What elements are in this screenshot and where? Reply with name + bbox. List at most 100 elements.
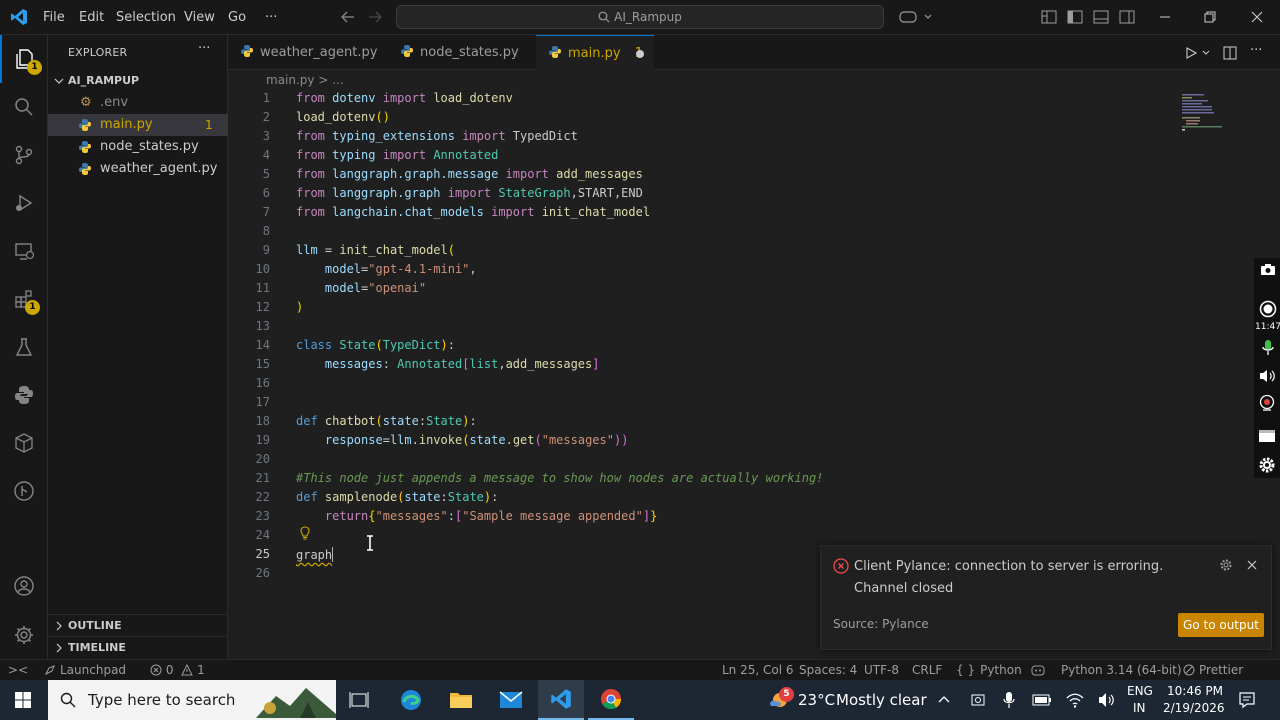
problems-button[interactable]: 0 1 bbox=[150, 660, 205, 681]
code-line[interactable]: from typing import Annotated bbox=[296, 148, 498, 162]
run-debug-activity[interactable] bbox=[0, 179, 48, 227]
tab-node-states[interactable]: node_states.py bbox=[388, 35, 528, 70]
timeline-section[interactable]: TIMELINE bbox=[48, 636, 228, 658]
menu-file[interactable]: File bbox=[43, 0, 65, 35]
weather-temperature[interactable]: 23°C bbox=[798, 680, 835, 720]
code-line[interactable]: from langgraph.graph.message import add_… bbox=[296, 167, 643, 181]
code-line[interactable]: from langchain.chat_models import init_c… bbox=[296, 205, 650, 219]
remote-explorer-activity[interactable] bbox=[0, 227, 48, 275]
minimap[interactable] bbox=[1182, 92, 1242, 132]
code-line[interactable]: load_dotenv() bbox=[296, 110, 390, 124]
webcam-icon[interactable] bbox=[1258, 394, 1276, 412]
git-graph-activity[interactable] bbox=[0, 467, 48, 515]
menu-edit[interactable]: Edit bbox=[79, 0, 104, 35]
speaker-icon[interactable] bbox=[1258, 368, 1276, 384]
battery-icon[interactable] bbox=[1032, 692, 1052, 708]
toggle-secondary-sidebar-icon[interactable] bbox=[1119, 10, 1135, 24]
encoding-button[interactable]: UTF-8 bbox=[864, 660, 899, 681]
copilot-status-icon[interactable] bbox=[1031, 660, 1045, 681]
window-icon[interactable] bbox=[1258, 428, 1276, 444]
manage-activity[interactable] bbox=[0, 611, 48, 659]
windows-start-button[interactable] bbox=[0, 680, 46, 720]
code-line[interactable]: graph bbox=[296, 547, 334, 562]
menu-more[interactable]: ··· bbox=[265, 0, 277, 35]
weather-condition[interactable]: Mostly clear bbox=[836, 680, 927, 720]
folder-row[interactable]: AI_RAMPUP bbox=[48, 70, 228, 92]
breadcrumb[interactable]: main.py > ... bbox=[266, 73, 344, 87]
code-line[interactable]: return{"messages":["Sample message appen… bbox=[296, 509, 657, 523]
restore-icon[interactable] bbox=[1203, 10, 1217, 24]
file-row-node-states[interactable]: node_states.py bbox=[48, 136, 228, 158]
code-line[interactable]: class State(TypeDict): bbox=[296, 338, 455, 352]
code-line[interactable]: def samplenode(state:State): bbox=[296, 490, 498, 504]
unsaved-dot-icon[interactable] bbox=[636, 50, 644, 58]
menu-go[interactable]: Go bbox=[228, 0, 246, 35]
code-line[interactable]: messages: Annotated[list,add_messages] bbox=[296, 357, 600, 371]
cursor-position-button[interactable]: Ln 25, Col 6 bbox=[722, 660, 794, 681]
camera-icon[interactable] bbox=[1260, 262, 1276, 276]
chevron-up-icon[interactable] bbox=[937, 693, 951, 707]
command-center-search[interactable]: AI_Rampup bbox=[396, 5, 884, 29]
file-row-weather-agent[interactable]: weather_agent.py bbox=[48, 158, 228, 180]
menu-selection[interactable]: Selection bbox=[116, 0, 176, 35]
gear-icon[interactable] bbox=[1219, 558, 1233, 572]
lightbulb-icon[interactable] bbox=[298, 526, 312, 540]
language-indicator-bottom[interactable]: IN bbox=[1133, 701, 1146, 715]
launchpad-button[interactable]: Launchpad bbox=[44, 660, 126, 681]
language-indicator-top[interactable]: ENG bbox=[1127, 684, 1153, 698]
file-row-main[interactable]: main.py 1 bbox=[48, 114, 228, 136]
microphone-icon[interactable] bbox=[1260, 338, 1276, 358]
eol-button[interactable]: CRLF bbox=[912, 660, 942, 681]
explorer-activity[interactable]: 1 bbox=[0, 35, 48, 83]
taskbar-search-box[interactable]: Type here to search bbox=[48, 680, 336, 720]
tab-main[interactable]: main.py 1 bbox=[536, 35, 654, 71]
code-line[interactable]: llm = init_chat_model( bbox=[296, 243, 455, 257]
run-file-icon[interactable] bbox=[1184, 46, 1198, 60]
remote-indicator-button[interactable]: >< bbox=[8, 660, 28, 681]
file-explorer-button[interactable] bbox=[438, 680, 484, 720]
volume-icon[interactable] bbox=[1097, 691, 1115, 709]
outline-section[interactable]: OUTLINE bbox=[48, 614, 228, 636]
split-editor-icon[interactable] bbox=[1223, 46, 1237, 60]
explorer-more-button[interactable]: ··· bbox=[198, 41, 210, 56]
gear-icon[interactable] bbox=[1258, 456, 1276, 474]
go-to-output-button[interactable]: Go to output bbox=[1178, 613, 1264, 637]
mail-button[interactable] bbox=[488, 680, 534, 720]
python-interpreter-button[interactable]: Python 3.14 (64-bit) bbox=[1061, 660, 1182, 681]
notifications-icon[interactable] bbox=[1238, 691, 1256, 709]
vscode-taskbar-button[interactable] bbox=[538, 680, 584, 720]
copilot-icon[interactable] bbox=[899, 10, 933, 24]
language-mode-button[interactable]: { } Python bbox=[956, 660, 1022, 681]
microphone-tray-icon[interactable] bbox=[1002, 691, 1016, 709]
containers-activity[interactable] bbox=[0, 419, 48, 467]
file-row-env[interactable]: ⚙ .env bbox=[48, 92, 228, 114]
task-view-button[interactable] bbox=[336, 680, 382, 720]
record-icon[interactable] bbox=[1259, 300, 1277, 318]
indentation-button[interactable]: Spaces: 4 bbox=[799, 660, 857, 681]
edge-browser-button[interactable] bbox=[388, 680, 434, 720]
editor-more-icon[interactable]: ··· bbox=[1250, 43, 1262, 58]
source-control-activity[interactable] bbox=[0, 131, 48, 179]
code-line[interactable]: ) bbox=[296, 300, 303, 314]
screen-capture-tray-icon[interactable] bbox=[970, 692, 986, 708]
forward-arrow-icon[interactable] bbox=[367, 10, 383, 24]
code-line[interactable]: def chatbot(state:State): bbox=[296, 414, 477, 428]
search-activity[interactable] bbox=[0, 83, 48, 131]
code-line[interactable]: from dotenv import load_dotenv bbox=[296, 91, 513, 105]
run-dropdown-icon[interactable] bbox=[1202, 49, 1210, 57]
code-line[interactable]: response=llm.invoke(state.get("messages"… bbox=[296, 433, 629, 447]
code-line[interactable]: model="gpt-4.1-mini", bbox=[296, 262, 477, 276]
python-activity[interactable] bbox=[0, 371, 48, 419]
code-line[interactable]: from langgraph.graph import StateGraph,S… bbox=[296, 186, 643, 200]
prettier-button[interactable]: Prettier bbox=[1183, 660, 1243, 681]
toggle-panel-icon[interactable] bbox=[1093, 10, 1109, 24]
toggle-primary-sidebar-icon[interactable] bbox=[1067, 10, 1083, 24]
clock-date[interactable]: 2/19/2026 bbox=[1163, 701, 1225, 715]
close-window-icon[interactable] bbox=[1250, 10, 1264, 24]
testing-activity[interactable] bbox=[0, 323, 48, 371]
customize-layout-icon[interactable] bbox=[1041, 10, 1057, 24]
wifi-icon[interactable] bbox=[1066, 691, 1084, 709]
close-notification-icon[interactable] bbox=[1246, 559, 1258, 571]
clock-time[interactable]: 10:46 PM bbox=[1167, 684, 1223, 698]
code-line[interactable]: model="openai" bbox=[296, 281, 426, 295]
